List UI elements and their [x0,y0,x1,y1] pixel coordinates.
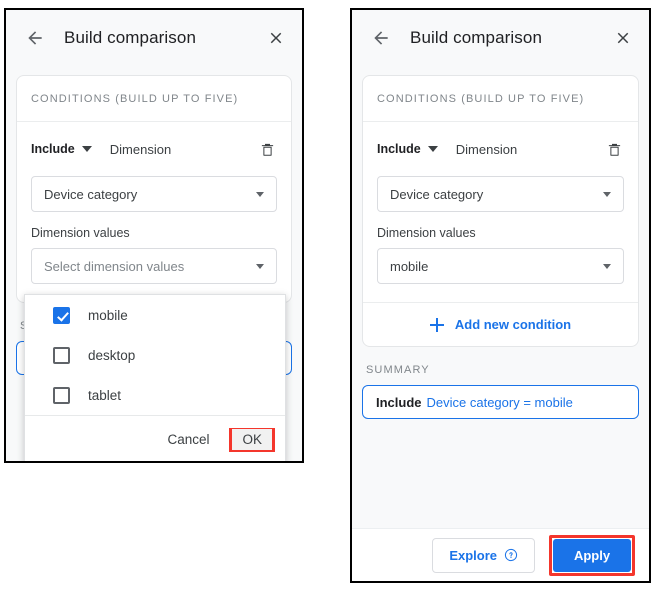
chevron-down-icon [256,191,264,197]
dimension-values-value: mobile [390,258,429,274]
include-label[interactable]: Include [377,142,421,156]
conditions-card: CONDITIONS (BUILD UP TO FIVE) Include Di… [362,75,639,347]
chevron-down-icon[interactable] [427,146,438,152]
dialog-header-right: Build comparison [352,10,649,65]
dialog-title: Build comparison [410,27,542,47]
condition-scope-label: Dimension [109,141,172,157]
dimension-select[interactable]: Device category [377,176,624,212]
build-comparison-dialog-right: Build comparison CONDITIONS (BUILD UP TO… [350,8,651,583]
conditions-card: CONDITIONS (BUILD UP TO FIVE) Include Di… [16,75,292,303]
trash-icon[interactable] [604,139,624,159]
dropdown-option-label: desktop [88,347,136,363]
dimension-values-placeholder: Select dimension values [44,258,185,274]
close-icon[interactable] [611,26,635,50]
dimension-values-select[interactable]: mobile [377,248,624,284]
dimension-values-label: Dimension values [31,226,130,240]
apply-button-highlight: Apply [549,534,635,576]
conditions-section-label: CONDITIONS (BUILD UP TO FIVE) [363,76,638,122]
condition-scope-label: Dimension [455,141,518,157]
chevron-down-icon [603,191,611,197]
dropdown-option-label: mobile [88,307,128,323]
dropdown-option-desktop[interactable]: desktop [25,335,285,375]
checkbox-icon[interactable] [53,386,70,404]
chevron-down-icon[interactable] [81,146,92,152]
condition-row: Include Dimension Device category Dimens… [363,122,638,302]
ok-button[interactable]: OK [232,428,272,450]
dimension-select[interactable]: Device category [31,176,277,212]
dialog-header-left: Build comparison [6,10,302,65]
dimension-values-select[interactable]: Select dimension values [31,248,277,284]
checkbox-checked-icon[interactable] [53,306,70,324]
condition-header-row: Include Dimension [377,136,624,162]
close-icon[interactable] [264,26,288,50]
summary-chip-right[interactable]: Include Device category = mobile [362,385,639,419]
chevron-down-icon [256,263,264,269]
dialog-body-right: CONDITIONS (BUILD UP TO FIVE) Include Di… [352,65,649,528]
checkbox-icon[interactable] [53,346,70,364]
add-new-condition-label: Add new condition [454,317,572,332]
dropdown-option-tablet[interactable]: tablet [25,375,285,415]
plus-icon [429,317,444,332]
conditions-section-label: CONDITIONS (BUILD UP TO FIVE) [17,76,291,122]
trash-icon[interactable] [257,139,277,159]
ok-button-highlight: OK [229,427,275,452]
condition-header-row: Include Dimension [31,136,277,162]
help-circle-icon[interactable] [504,548,518,562]
condition-row: Include Dimension Device category Dimens… [17,122,291,302]
build-comparison-dialog-left: Build comparison CONDITIONS (BUILD UP TO… [4,8,304,463]
dimension-select-value: Device category [44,186,138,202]
back-arrow-icon[interactable] [368,25,394,51]
add-new-condition-button[interactable]: Add new condition [363,302,638,346]
dropdown-option-mobile[interactable]: mobile [25,295,285,335]
dialog-title: Build comparison [64,27,196,47]
include-label[interactable]: Include [31,142,75,156]
explore-button-label: Explore [449,547,497,563]
dialog-footer: Explore Apply [352,528,649,581]
summary-chip-include: Include [376,394,422,410]
chevron-down-icon [603,263,611,269]
apply-button[interactable]: Apply [553,538,631,572]
explore-button[interactable]: Explore [432,537,535,573]
summary-chip-expression: Device category = mobile [426,394,573,410]
dimension-select-value: Device category [390,186,484,202]
cancel-button[interactable]: Cancel [157,426,219,453]
summary-section-label: SUMMARY [366,364,430,376]
dropdown-actions: Cancel OK [25,415,285,461]
dropdown-option-label: tablet [88,387,122,403]
dimension-values-dropdown: mobile desktop tablet Cancel OK [24,294,286,461]
back-arrow-icon[interactable] [22,25,48,51]
dimension-values-label: Dimension values [377,226,476,240]
